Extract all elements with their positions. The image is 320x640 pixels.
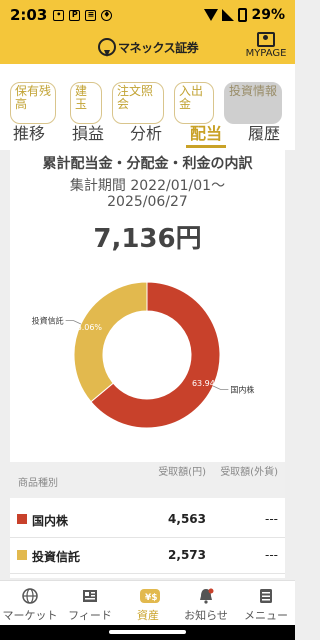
nav-menu[interactable]: メニュー	[236, 587, 296, 623]
menu-icon	[257, 587, 275, 605]
legend-swatch-domestic-stock	[17, 514, 27, 524]
status-time: 2:03	[10, 6, 48, 24]
nav-feed-label: フィード	[68, 609, 112, 622]
shield-icon: ♦	[101, 9, 113, 21]
bell-icon	[197, 587, 215, 605]
tab-history[interactable]: 履歴	[248, 120, 280, 144]
mypage-icon	[257, 32, 275, 47]
legend-swatch-investment-trust	[17, 550, 27, 560]
bottom-navigation: マーケット フィード ¥$ 資産 お知らせ メニュー	[0, 580, 295, 625]
nav-notifications-label: お知らせ	[184, 609, 228, 622]
donut-percent-label: 63.94%	[192, 379, 223, 388]
nav-market[interactable]: マーケット	[0, 587, 60, 623]
wifi-icon	[204, 9, 219, 21]
row-amount: 4,563	[168, 512, 206, 526]
aggregation-period: 集計期間 2022/01/01〜 2025/06/27	[10, 178, 285, 210]
notification-icon: •	[53, 9, 65, 21]
mypage-button[interactable]: MYPAGE	[241, 32, 291, 59]
logo-mark-icon	[98, 38, 116, 57]
donut-chart: 63.94% 国内株 36.06% 投資信託	[32, 281, 254, 429]
row-fx: ---	[265, 512, 278, 526]
newspaper-icon	[81, 587, 99, 605]
logo-text: マネックス証券	[118, 40, 199, 55]
tab-pnl[interactable]: 損益	[72, 120, 104, 144]
battery-icon	[238, 8, 248, 22]
row-fx: ---	[265, 548, 278, 562]
header-received-jpy: 受取額(円)	[158, 467, 206, 478]
header-received-fx: 受取額(外貨)	[220, 467, 278, 478]
period-line-1: 集計期間 2022/01/01〜	[69, 178, 226, 194]
sub-navigation: 保有残高 建玉 注文照会 入出金 投資情報 推移 損益 分析 配当 履歴	[0, 64, 295, 150]
cast-icon: ≡	[85, 9, 97, 21]
header-type: 商品種別	[18, 478, 58, 489]
row-name: 投資信託	[32, 550, 81, 564]
status-bar: 2:03 • P ≡ ♦ 29%	[0, 0, 295, 30]
app-notification-icon: P	[69, 9, 81, 21]
nav-menu-label: メニュー	[244, 609, 288, 622]
donut-slice-investment-trust	[73, 281, 148, 403]
dividend-breakdown-card: 累計配当金・分配金・利金の内訳 集計期間 2022/01/01〜 2025/06…	[10, 150, 285, 578]
nav-market-label: マーケット	[2, 609, 58, 622]
brand-logo: マネックス証券	[98, 38, 199, 57]
main-tabs: 推移 損益 分析 配当 履歴	[0, 118, 295, 148]
system-status: 29%	[204, 7, 285, 23]
nav-feed[interactable]: フィード	[60, 587, 120, 623]
active-tab-indicator	[186, 145, 226, 148]
app-header: マネックス証券 MYPAGE	[0, 30, 295, 64]
gesture-handle	[109, 630, 186, 634]
donut-category-label: 国内株	[230, 384, 254, 394]
notification-icons: • P ≡ ♦	[53, 9, 113, 21]
svg-text:¥$: ¥$	[145, 593, 158, 603]
tab-analysis[interactable]: 分析	[130, 120, 162, 144]
period-line-2: 2025/06/27	[107, 194, 188, 210]
table-row: 投資信託 2,573 ---	[10, 538, 285, 574]
tab-trend[interactable]: 推移	[13, 120, 45, 144]
total-amount: 7,136円	[93, 224, 202, 254]
table-row: 国内株 4,563 ---	[10, 502, 285, 538]
yen-coins-icon: ¥$	[139, 587, 160, 605]
row-amount: 2,573	[168, 548, 206, 562]
battery-level: 29%	[251, 7, 285, 23]
nav-notifications[interactable]: お知らせ	[176, 587, 236, 623]
system-gesture-bar	[0, 625, 295, 640]
mypage-label: MYPAGE	[245, 48, 287, 59]
table-header: 商品種別 受取額(円) 受取額(外貨)	[10, 462, 285, 498]
nav-assets[interactable]: ¥$ 資産	[118, 587, 178, 623]
tab-dividends[interactable]: 配当	[190, 120, 222, 144]
row-name: 国内株	[32, 514, 69, 528]
donut-category-label: 投資信託	[32, 316, 64, 326]
nav-assets-label: 資産	[137, 609, 159, 622]
signal-icon	[222, 9, 235, 21]
card-title: 累計配当金・分配金・利金の内訳	[42, 156, 253, 172]
donut-percent-label: 36.06%	[72, 323, 103, 332]
globe-icon	[21, 587, 39, 605]
